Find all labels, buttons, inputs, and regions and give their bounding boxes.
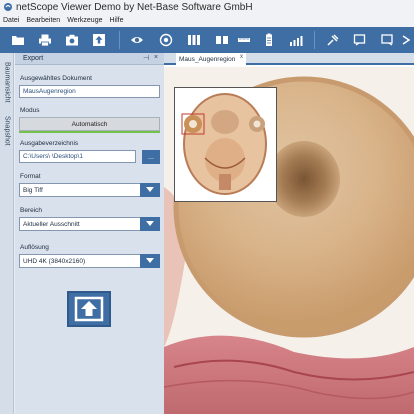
toolbar-separator [119,31,120,49]
menu-bar: Datei Bearbeiten Werkzeuge Hilfe [0,14,414,27]
chevron-down-icon [140,182,160,197]
mode-label: Modus [20,107,40,114]
slides-button[interactable] [186,32,202,48]
close-icon[interactable]: x [240,54,243,60]
menu-help[interactable]: Hilfe [109,17,123,24]
menu-tools[interactable]: Werkzeuge [67,17,102,24]
resolution-label: Auflösung [20,244,49,251]
slides-icon [216,36,228,44]
menu-edit[interactable]: Bearbeiten [26,17,60,24]
arrow-icon [402,35,411,45]
title-bar: netScope Viewer Demo by Net-Base Softwar… [0,0,414,14]
more-button[interactable] [398,32,414,48]
side-tab-strip: Baumansicht Snapshot [0,53,14,414]
camera-icon [66,34,78,46]
battery-icon [266,33,272,46]
ruler-icon [238,38,250,42]
screen-icon [381,34,393,46]
slides-alt-button[interactable] [214,32,230,48]
measure-button[interactable] [236,32,252,48]
output-directory-label: Ausgabeverzeichnis [20,140,79,147]
app-logo-icon [4,3,12,11]
screen-button[interactable] [379,32,395,48]
format-select-value: Big Tiff [23,186,43,194]
format-label: Format [20,173,41,180]
folder-icon [12,36,24,45]
statistics-button[interactable] [288,32,304,48]
browse-button[interactable]: ... [142,150,160,164]
window-button[interactable] [352,32,368,48]
annotate-button[interactable] [325,32,341,48]
mode-automatic-button[interactable]: Automatisch [19,117,160,131]
format-select[interactable]: Big Tiff [19,182,160,197]
window-title: netScope Viewer Demo by Net-Base Softwar… [16,1,253,13]
area-select-value: Aktueller Ausschnitt [23,220,80,228]
image-viewer: Maus_Augenregion x [164,53,414,414]
pin-icon[interactable]: ⊣ [143,54,149,62]
chevron-down-icon [140,216,160,231]
selected-document-label: Ausgewähltes Dokument [20,75,92,82]
overview-tissue-image [175,88,276,201]
tab-snapshot[interactable]: Snapshot [1,111,13,151]
eye-settings-icon [159,33,173,47]
area-label: Bereich [20,207,43,214]
slide-canvas[interactable] [164,67,414,414]
upload-icon [74,296,104,322]
chevron-down-icon [140,253,160,268]
overview-thumbnail[interactable] [174,87,277,202]
tab-maus-augenregion[interactable]: Maus_Augenregion x [176,53,246,65]
output-directory-field[interactable]: C:\Users\ \Desktop\1 [19,150,136,163]
area-select[interactable]: Aktueller Ausschnitt [19,216,160,231]
resolution-select-value: UHD 4K (3840x2160) [23,257,86,265]
resolution-select[interactable]: UHD 4K (3840x2160) [19,253,160,268]
export-panel-title: Export [23,55,44,62]
document-tab-label: Maus_Augenregion [179,55,236,63]
view-settings-button[interactable] [158,32,174,48]
export-toolbar-button[interactable] [91,32,107,48]
bars-icon [290,36,303,46]
menu-file[interactable]: Datei [3,17,19,24]
eye-icon [131,37,143,43]
upload-icon [93,34,105,46]
export-panel: Export ⊣ × Ausgewähltes Dokument MausAug… [15,53,164,414]
storage-button[interactable] [261,32,277,48]
document-tab-strip: Maus_Augenregion x [164,53,414,65]
mode-active-indicator [19,131,160,133]
export-button[interactable] [67,291,111,327]
print-icon [39,34,51,47]
print-button[interactable] [37,32,53,48]
window-icon [353,34,366,46]
snapshot-button[interactable] [64,32,80,48]
toolbar [0,27,414,53]
selected-document-field[interactable]: MausAugenregion [19,85,160,98]
export-panel-header: Export ⊣ × [15,53,164,65]
pin-icon [327,34,339,46]
view-button[interactable] [129,32,145,48]
slides-icon [188,35,200,45]
toolbar-separator [314,31,315,49]
tab-tree-view[interactable]: Baumansicht [1,57,13,107]
close-icon[interactable]: × [154,54,158,61]
open-folder-button[interactable] [10,32,26,48]
